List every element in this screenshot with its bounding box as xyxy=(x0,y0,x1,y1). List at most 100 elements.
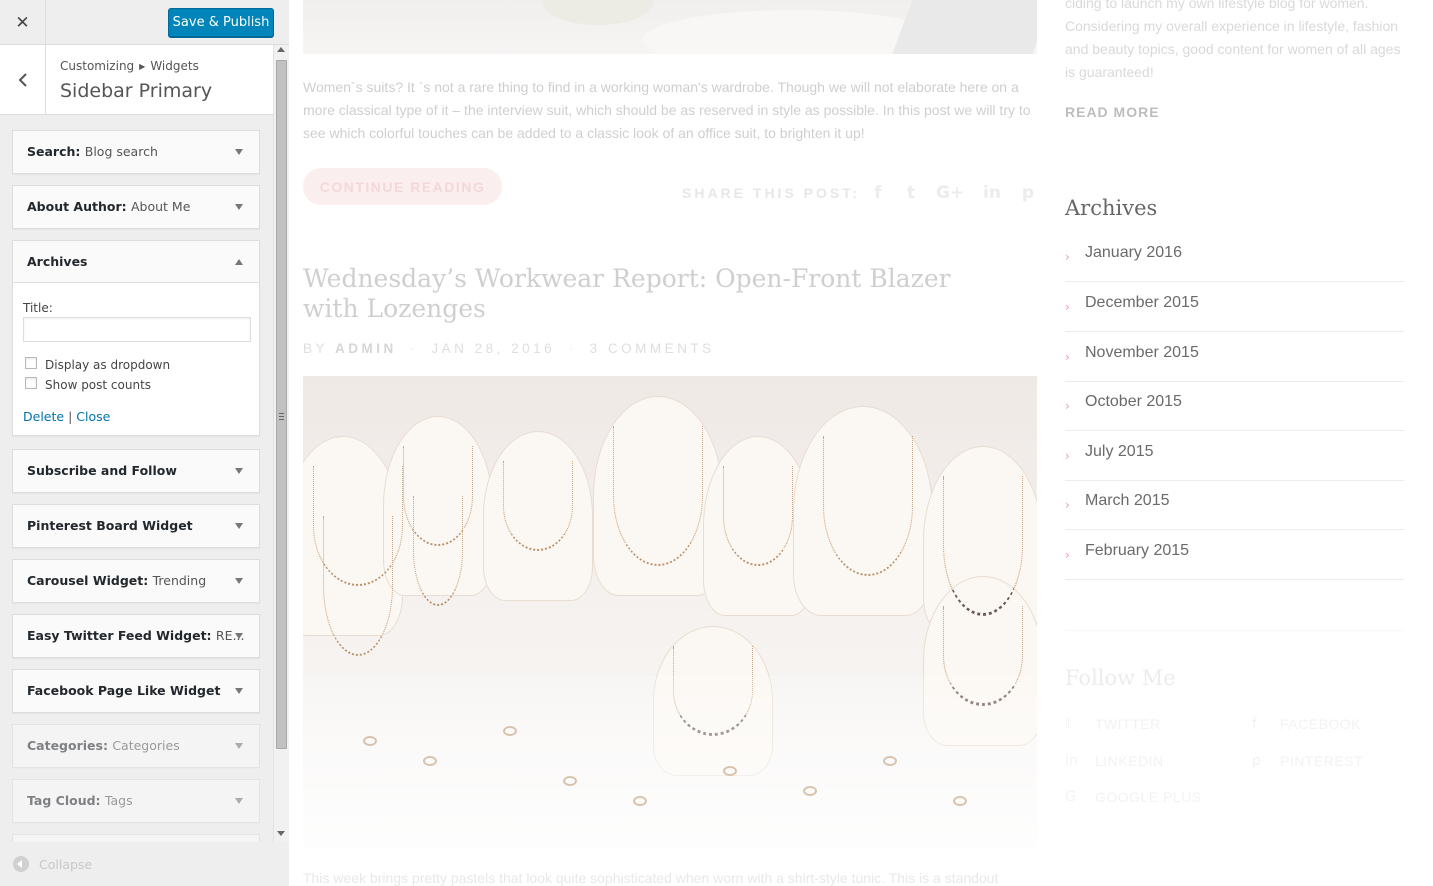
archive-link[interactable]: › March 2015 xyxy=(1065,480,1404,530)
show-post-counts-checkbox[interactable] xyxy=(25,377,37,389)
archives-title: Archives xyxy=(1065,196,1158,220)
breadcrumb-current: Widgets xyxy=(150,59,199,73)
expand-arrow-icon[interactable] xyxy=(235,523,243,529)
expand-arrow-icon[interactable] xyxy=(235,633,243,639)
about-author-text: ciding to launch my own lifestyle blog f… xyxy=(1065,0,1401,80)
expand-arrow-icon[interactable] xyxy=(235,743,243,749)
archive-link[interactable]: › February 2015 xyxy=(1065,530,1404,580)
display-dropdown-checkbox[interactable] xyxy=(25,357,37,369)
save-publish-button[interactable]: Save & Publish xyxy=(168,8,274,37)
widget-title: Archives xyxy=(27,254,88,269)
linkedin-icon: in xyxy=(1065,753,1078,769)
expand-arrow-icon[interactable] xyxy=(235,149,243,155)
widget-title: About Author: About Me xyxy=(27,199,191,214)
back-button[interactable] xyxy=(0,45,46,115)
archive-link[interactable]: › October 2015 xyxy=(1065,381,1404,431)
widget-facebook-page-like[interactable]: Facebook Page Like Widget xyxy=(12,669,260,713)
post-meta: BY ADMIN · JAN 28, 2016 · 3 COMMENTS xyxy=(303,341,715,356)
close-link[interactable]: Close xyxy=(76,409,110,424)
twitter-icon: 𝕥 xyxy=(1065,716,1072,732)
expand-arrow-icon[interactable] xyxy=(235,688,243,694)
widget-tag-cloud[interactable]: Tag Cloud: Tags xyxy=(12,779,260,823)
section-header: Customizing ▶ Widgets Sidebar Primary xyxy=(0,45,273,115)
widget-archives: Archives Title: Display as dropdown Show… xyxy=(12,240,260,436)
facebook-follow-link[interactable]: FACEBOOK xyxy=(1280,716,1361,732)
widget-title: Search: Blog search xyxy=(27,144,158,159)
customizer-header: ✕ Save & Publish xyxy=(0,0,289,45)
chevron-right-icon: › xyxy=(1065,399,1070,413)
chevron-right-icon: › xyxy=(1065,350,1070,364)
pinterest-share-icon[interactable]: p xyxy=(1018,183,1038,203)
google-plus-icon: G xyxy=(1065,789,1076,805)
widget-title: Categories: Categories xyxy=(27,738,180,753)
follow-me-title: Follow Me xyxy=(1065,666,1176,690)
google-plus-share-icon[interactable]: G+ xyxy=(936,183,964,203)
expand-arrow-icon[interactable] xyxy=(235,468,243,474)
pinterest-follow-link[interactable]: PINTEREST xyxy=(1280,753,1363,769)
next-post-excerpt: This week brings pretty pastels that loo… xyxy=(303,870,999,886)
pinterest-icon: p xyxy=(1252,753,1261,769)
post-excerpt: Women`s suits? It `s not a rare thing to… xyxy=(303,79,1031,141)
close-icon: ✕ xyxy=(15,12,30,33)
post-hero-image xyxy=(303,0,1037,54)
widget-title: Easy Twitter Feed Widget: RE... xyxy=(27,628,245,643)
share-label: SHARE THIS POST: xyxy=(682,185,860,201)
title-label: Title: xyxy=(23,301,53,315)
archive-link[interactable]: › November 2015 xyxy=(1065,332,1404,382)
widget-title: Pinterest Board Widget xyxy=(27,518,193,533)
widget-categories[interactable]: Categories: Categories xyxy=(12,724,260,768)
linkedin-follow-link[interactable]: LINKEDIN xyxy=(1095,753,1164,769)
scroll-up-arrow-icon[interactable] xyxy=(277,47,285,52)
widget-title: Tag Cloud: Tags xyxy=(27,793,133,808)
widget-easy-twitter-feed[interactable]: Easy Twitter Feed Widget: RE... xyxy=(12,614,260,658)
expand-arrow-icon[interactable] xyxy=(235,204,243,210)
sidebar-divider xyxy=(1065,630,1404,631)
panel-scrollbar[interactable] xyxy=(273,45,289,842)
expand-arrow-icon[interactable] xyxy=(235,578,243,584)
widget-archives-header[interactable]: Archives xyxy=(13,241,259,283)
display-dropdown-label: Display as dropdown xyxy=(45,358,171,372)
title-input[interactable] xyxy=(23,317,251,342)
chevron-right-icon: › xyxy=(1065,250,1070,264)
breadcrumb: Customizing ▶ Widgets xyxy=(60,59,199,73)
expand-arrow-icon[interactable] xyxy=(235,798,243,804)
breadcrumb-arrow-icon: ▶ xyxy=(139,62,146,71)
collapse-button[interactable]: Collapse xyxy=(39,857,92,872)
scroll-thumb[interactable] xyxy=(276,60,287,749)
meta-author[interactable]: ADMIN xyxy=(335,341,397,356)
widget-pinterest-board[interactable]: Pinterest Board Widget xyxy=(12,504,260,548)
google-plus-follow-link[interactable]: GOOGLE PLUS xyxy=(1095,789,1202,805)
widget-search[interactable]: Search: Blog search xyxy=(12,130,260,174)
widget-title: Carousel Widget: Trending xyxy=(27,573,207,588)
widget-actions: Delete | Close xyxy=(23,409,110,424)
post-title[interactable]: Wednesday’s Workwear Report: Open-Front … xyxy=(303,264,1003,324)
archive-link[interactable]: › July 2015 xyxy=(1065,431,1404,481)
breadcrumb-root: Customizing xyxy=(60,59,135,73)
post-image-jewelry[interactable] xyxy=(303,376,1037,847)
delete-link[interactable]: Delete xyxy=(23,409,64,424)
collapse-arrow-icon[interactable] xyxy=(235,259,243,265)
widget-about-author[interactable]: About Author: About Me xyxy=(12,185,260,229)
widget-next-partial xyxy=(12,834,260,842)
twitter-share-icon[interactable]: t xyxy=(901,183,921,203)
close-customizer-button[interactable]: ✕ xyxy=(0,0,46,45)
actions-separator: | xyxy=(68,409,73,424)
customizer-panel: ✕ Save & Publish Customizing ▶ Widgets Sid… xyxy=(0,0,289,886)
site-preview: Women`s suits? It `s not a rare thing to… xyxy=(290,0,1433,886)
twitter-follow-link[interactable]: TWITTER xyxy=(1095,716,1161,732)
chevron-right-icon: › xyxy=(1065,498,1070,512)
archive-link[interactable]: › December 2015 xyxy=(1065,282,1404,332)
scroll-grip-icon xyxy=(279,413,284,420)
widget-subscribe-follow[interactable]: Subscribe and Follow xyxy=(12,449,260,493)
chevron-right-icon: › xyxy=(1065,548,1070,562)
widget-archives-form: Title: Display as dropdown Show post cou… xyxy=(13,283,259,435)
widget-carousel[interactable]: Carousel Widget: Trending xyxy=(12,559,260,603)
facebook-share-icon[interactable]: f xyxy=(868,183,888,203)
linkedin-share-icon[interactable]: in xyxy=(980,183,1004,203)
collapse-icon[interactable] xyxy=(13,856,29,872)
read-more-link[interactable]: READ MORE xyxy=(1065,104,1160,120)
scroll-down-arrow-icon[interactable] xyxy=(277,831,285,836)
archive-link[interactable]: › January 2016 xyxy=(1065,232,1404,282)
meta-comments[interactable]: 3 COMMENTS xyxy=(590,341,715,356)
continue-reading-button[interactable]: CONTINUE READING xyxy=(303,168,502,205)
